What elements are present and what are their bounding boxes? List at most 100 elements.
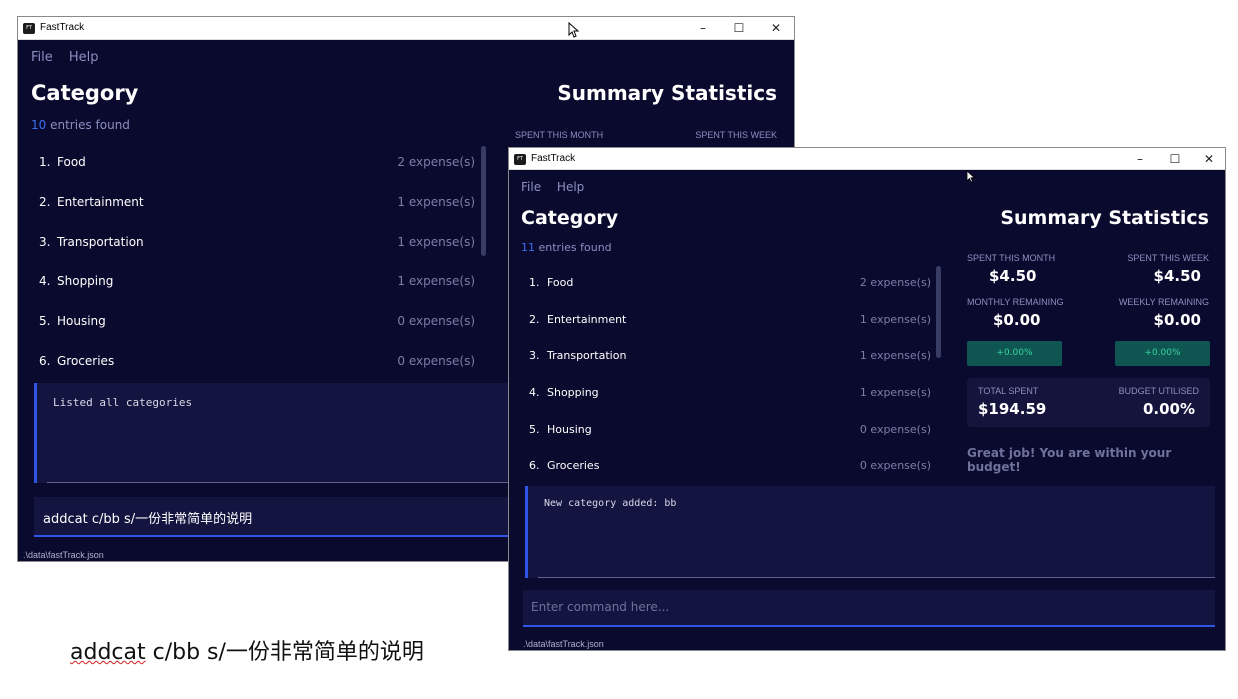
- item-index: 5.: [529, 423, 540, 436]
- entries-found: 10 entries found: [31, 118, 130, 132]
- caption-command-word: addcat: [70, 640, 146, 665]
- window-title: FastTrack: [40, 22, 85, 33]
- list-item[interactable]: 3. Transportation 1 expense(s): [39, 235, 475, 249]
- item-index: 4.: [39, 274, 51, 288]
- entries-suffix: entries found: [538, 241, 612, 254]
- result-divider: [47, 482, 554, 483]
- mouse-cursor-icon: [966, 170, 976, 183]
- result-divider: [538, 577, 1215, 578]
- list-item[interactable]: 5. Housing 0 expense(s): [529, 423, 931, 436]
- category-heading: Category: [31, 81, 139, 105]
- front-titlebar[interactable]: FT FastTrack – ☐ ✕: [509, 148, 1225, 170]
- item-name: Entertainment: [547, 313, 627, 326]
- command-input[interactable]: addcat c/bb s/一份非常简单的说明: [34, 497, 554, 537]
- total-spent-label: TOTAL SPENT: [978, 386, 1039, 396]
- weekly-remaining-label: WEEKLY REMAINING: [1118, 297, 1209, 307]
- item-name: Housing: [547, 423, 592, 436]
- item-count: 2 expense(s): [859, 276, 931, 289]
- item-name: Transportation: [547, 349, 627, 362]
- menubar: File Help: [31, 50, 111, 65]
- budget-message: Great job! You are within your budget!: [967, 446, 1172, 474]
- item-count: 1 expense(s): [397, 195, 475, 209]
- minimize-icon[interactable]: –: [1126, 151, 1154, 168]
- budget-utilised-label: BUDGET UTILISED: [1118, 386, 1199, 396]
- spent-week-value: $4.50: [1153, 267, 1201, 285]
- monthly-remaining-label: MONTHLY REMAINING: [967, 297, 1064, 307]
- monthly-remaining-value: $0.00: [993, 311, 1041, 329]
- spent-month-label: SPENT THIS MONTH: [967, 253, 1056, 263]
- total-spent-value: $194.59: [978, 400, 1047, 418]
- status-bar-path: .\data\fastTrack.json: [23, 550, 104, 560]
- item-name: Food: [547, 276, 574, 289]
- close-icon[interactable]: ✕: [1195, 151, 1223, 168]
- category-heading: Category: [521, 207, 619, 229]
- item-index: 1.: [529, 276, 540, 289]
- command-placeholder: Enter command here...: [531, 600, 670, 614]
- front-window: FT FastTrack – ☐ ✕ File Help Category Su…: [508, 147, 1226, 651]
- list-item[interactable]: 2. Entertainment 1 expense(s): [39, 195, 475, 209]
- menu-help[interactable]: Help: [557, 180, 584, 194]
- command-input[interactable]: Enter command here...: [523, 590, 1215, 627]
- item-count: 0 expense(s): [859, 459, 931, 472]
- list-scrollbar[interactable]: [936, 266, 941, 358]
- entries-count: 11: [521, 241, 535, 254]
- item-index: 1.: [39, 155, 51, 169]
- maximize-icon[interactable]: ☐: [725, 20, 753, 37]
- entries-suffix: entries found: [50, 118, 130, 132]
- item-index: 2.: [529, 313, 540, 326]
- spent-week-label: SPENT THIS WEEK: [695, 130, 777, 140]
- item-index: 5.: [39, 314, 51, 328]
- item-name: Housing: [57, 314, 106, 328]
- result-display: New category added: bb: [525, 486, 1215, 578]
- item-count: 0 expense(s): [859, 423, 931, 436]
- status-bar-path: .\data\fastTrack.json: [523, 639, 604, 649]
- list-item[interactable]: 1. Food 2 expense(s): [529, 276, 931, 289]
- list-item[interactable]: 2. Entertainment 1 expense(s): [529, 313, 931, 326]
- item-name: Groceries: [547, 459, 600, 472]
- close-icon[interactable]: ✕: [762, 20, 790, 37]
- item-name: Transportation: [57, 235, 144, 249]
- menu-file[interactable]: File: [521, 180, 541, 194]
- summary-heading: Summary Statistics: [557, 81, 777, 105]
- list-item[interactable]: 1. Food 2 expense(s): [39, 155, 475, 169]
- caption-rest: c/bb s/一份非常简单的说明: [145, 640, 424, 665]
- list-item[interactable]: 4. Shopping 1 expense(s): [529, 386, 931, 399]
- list-scrollbar[interactable]: [481, 146, 486, 256]
- category-list: 1. Food 2 expense(s) 2. Entertainment 1 ex…: [529, 276, 931, 476]
- item-name: Food: [57, 155, 86, 169]
- back-titlebar[interactable]: FT FastTrack – ☐ ✕: [18, 17, 794, 40]
- mouse-cursor-icon: [568, 22, 580, 38]
- item-count: 0 expense(s): [397, 354, 475, 368]
- result-display: Listed all categories: [34, 383, 554, 483]
- weekly-change-badge: +0.00%: [1115, 341, 1210, 366]
- list-item[interactable]: 6. Groceries 0 expense(s): [529, 459, 931, 472]
- item-index: 2.: [39, 195, 51, 209]
- item-count: 1 expense(s): [859, 349, 931, 362]
- result-text: New category added: bb: [544, 498, 677, 509]
- maximize-icon[interactable]: ☐: [1161, 151, 1189, 168]
- item-count: 1 expense(s): [859, 313, 931, 326]
- list-item[interactable]: 5. Housing 0 expense(s): [39, 314, 475, 328]
- item-index: 6.: [39, 354, 51, 368]
- entries-found: 11 entries found: [521, 241, 612, 254]
- list-item[interactable]: 4. Shopping 1 expense(s): [39, 274, 475, 288]
- list-item[interactable]: 6. Groceries 0 expense(s): [39, 354, 475, 368]
- spent-week-label: SPENT THIS WEEK: [1127, 253, 1209, 263]
- spent-month-value: $4.50: [989, 267, 1037, 285]
- item-name: Entertainment: [57, 195, 144, 209]
- list-item[interactable]: 3. Transportation 1 expense(s): [529, 349, 931, 362]
- item-name: Groceries: [57, 354, 115, 368]
- command-caption: addcat c/bb s/一份非常简单的说明: [70, 634, 424, 666]
- menu-file[interactable]: File: [31, 50, 53, 65]
- spent-month-label: SPENT THIS MONTH: [515, 130, 604, 140]
- item-index: 4.: [529, 386, 540, 399]
- result-text: Listed all categories: [53, 396, 193, 409]
- menubar: File Help: [521, 180, 596, 194]
- window-title: FastTrack: [531, 153, 576, 164]
- item-count: 2 expense(s): [397, 155, 475, 169]
- minimize-icon[interactable]: –: [689, 20, 717, 37]
- menu-help[interactable]: Help: [69, 50, 99, 65]
- weekly-remaining-value: $0.00: [1153, 311, 1201, 329]
- item-count: 0 expense(s): [397, 314, 475, 328]
- budget-utilised-value: 0.00%: [1142, 400, 1195, 418]
